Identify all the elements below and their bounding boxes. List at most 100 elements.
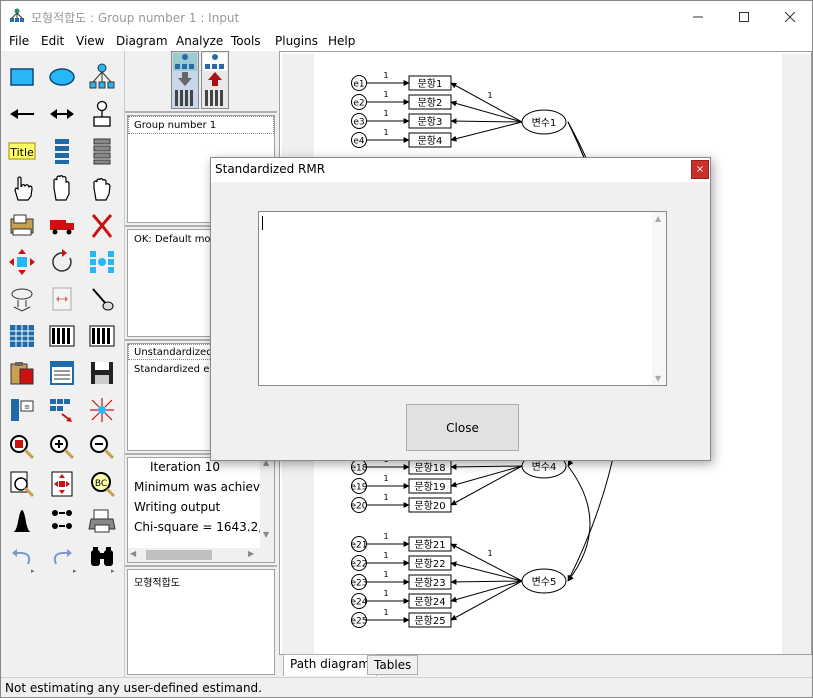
print-button[interactable] [85, 505, 119, 537]
menu-diagram[interactable]: Diagram [116, 34, 168, 48]
redo-icon [53, 549, 72, 565]
copy-icon [10, 214, 34, 236]
files-list[interactable]: 모형적합도 [127, 569, 275, 675]
draw-unobserved-variable-button[interactable] [45, 61, 79, 93]
bayesian-estimation-button[interactable] [5, 505, 39, 537]
tab-tables[interactable]: Tables [367, 655, 419, 675]
menu-view[interactable]: View [76, 34, 104, 48]
file-item[interactable]: 모형적합도 [134, 574, 180, 589]
tab-path-diagram[interactable]: Path diagram [283, 654, 378, 676]
print-icon [88, 509, 116, 533]
zoom-in-button[interactable] [45, 431, 79, 463]
zoom-out-button[interactable] [85, 431, 119, 463]
zoom-out-icon [90, 435, 115, 460]
factor-loading-path [450, 578, 523, 585]
svg-text:≡: ≡ [24, 403, 30, 411]
multiple-group-icon [52, 510, 72, 529]
close-button[interactable]: Close [406, 404, 519, 451]
erase-object-button[interactable] [85, 209, 119, 241]
title-bar: 모형적합도 : Group number 1 : Input [1, 1, 812, 32]
maximize-button[interactable] [721, 1, 767, 32]
deselect-all-button[interactable] [85, 172, 119, 204]
list-data-variables-button[interactable] [85, 135, 119, 167]
view-page-button[interactable] [5, 468, 39, 500]
factor-loading-path [450, 100, 523, 123]
factor-loading-path [450, 465, 523, 488]
preserve-symmetries-button[interactable] [85, 394, 119, 426]
list-variables-icon [55, 139, 69, 164]
scroll-thumb[interactable] [146, 550, 212, 560]
svg-text:Title: Title [9, 146, 34, 159]
select-one-button[interactable] [5, 172, 39, 204]
analysis-properties-button[interactable] [45, 320, 79, 352]
path-weight-label: 1 [383, 532, 388, 541]
textarea-scrollbar[interactable]: ▲ ▼ [652, 212, 666, 385]
computation-log: Iteration 10 Minimum was achieved Writin… [127, 457, 275, 563]
drag-properties-button[interactable] [45, 394, 79, 426]
scroll-button[interactable] [45, 283, 79, 315]
svg-text:BC: BC [95, 479, 107, 489]
analysis-properties-icon [49, 325, 75, 347]
draw-path-button[interactable] [5, 98, 39, 130]
change-shape-button[interactable] [5, 246, 39, 278]
scroll-up-icon[interactable]: ▲ [655, 214, 661, 223]
log-horizontal-scrollbar[interactable]: ◀ ▶ [128, 548, 274, 562]
menu-plugins[interactable]: Plugins [275, 34, 318, 48]
path-weight-label: 1 [383, 608, 388, 617]
dialog-close-button[interactable]: × [691, 160, 709, 179]
save-button[interactable] [85, 357, 119, 389]
select-data-files-button[interactable] [5, 320, 39, 352]
menu-tools[interactable]: Tools [231, 34, 261, 48]
menu-file[interactable]: File [9, 34, 29, 48]
scroll-down-icon[interactable]: ▼ [263, 530, 269, 539]
single-arrow-icon [10, 109, 34, 119]
copy-object-button[interactable] [5, 209, 39, 241]
zoom-in-area-button[interactable] [5, 431, 39, 463]
zoom-in-icon [50, 435, 75, 460]
menu-help[interactable]: Help [328, 34, 355, 48]
calculate-estimates-button[interactable] [85, 320, 119, 352]
zoom-in-area-icon [10, 435, 35, 460]
menu-analyze[interactable]: Analyze [176, 34, 223, 48]
group-item[interactable]: Group number 1 [134, 120, 216, 131]
copy-to-clipboard-button[interactable] [5, 357, 39, 389]
view-output-button[interactable] [201, 51, 229, 109]
move-object-button[interactable] [45, 209, 79, 241]
factor-loading-path [450, 121, 523, 142]
scroll-down-icon[interactable]: ▼ [655, 374, 661, 383]
list-data-icon [93, 138, 111, 165]
title-icon: Title [8, 142, 36, 160]
observed-label: 문항1 [418, 78, 443, 90]
select-all-button[interactable] [45, 172, 79, 204]
add-unique-variable-button[interactable] [85, 98, 119, 130]
dialog-title: Standardized RMR [215, 162, 326, 176]
magnify-button[interactable]: BC [85, 468, 119, 500]
list-variables-button[interactable] [45, 135, 79, 167]
figure-caption-button[interactable]: Title [5, 135, 39, 167]
toolbox: Title ≡ BC ▸ ▸ ▸ [1, 51, 125, 677]
draw-indicator-button[interactable] [85, 61, 119, 93]
scroll-left-icon[interactable]: ◀ [130, 549, 136, 558]
minimize-button[interactable] [675, 1, 721, 32]
draw-covariance-button[interactable] [45, 98, 79, 130]
view-text-button[interactable] [45, 357, 79, 389]
fit-page-button[interactable] [45, 468, 79, 500]
reflect-indicators-button[interactable] [85, 246, 119, 278]
clipboard-icon [10, 362, 34, 385]
scroll-right-icon[interactable]: ▶ [248, 549, 254, 558]
view-input-button[interactable] [171, 51, 199, 109]
menu-edit[interactable]: Edit [41, 34, 64, 48]
path-weight-label: 1 [383, 589, 388, 598]
rmr-output-textarea[interactable]: ▲ ▼ [258, 211, 667, 386]
object-properties-button[interactable]: ≡ [5, 394, 39, 426]
rotate-indicators-button[interactable] [45, 246, 79, 278]
move-parameter-button[interactable] [5, 283, 39, 315]
draw-observed-variable-button[interactable] [5, 61, 39, 93]
window-close-button[interactable] [767, 1, 813, 32]
shape-icon [9, 249, 35, 275]
observed-label: 문항25 [414, 615, 445, 627]
touch-up-button[interactable] [85, 283, 119, 315]
observed-label: 문항4 [418, 135, 443, 147]
log-vertical-scrollbar[interactable]: ▲ ▼ [260, 458, 274, 548]
multiple-group-button[interactable] [45, 505, 79, 537]
